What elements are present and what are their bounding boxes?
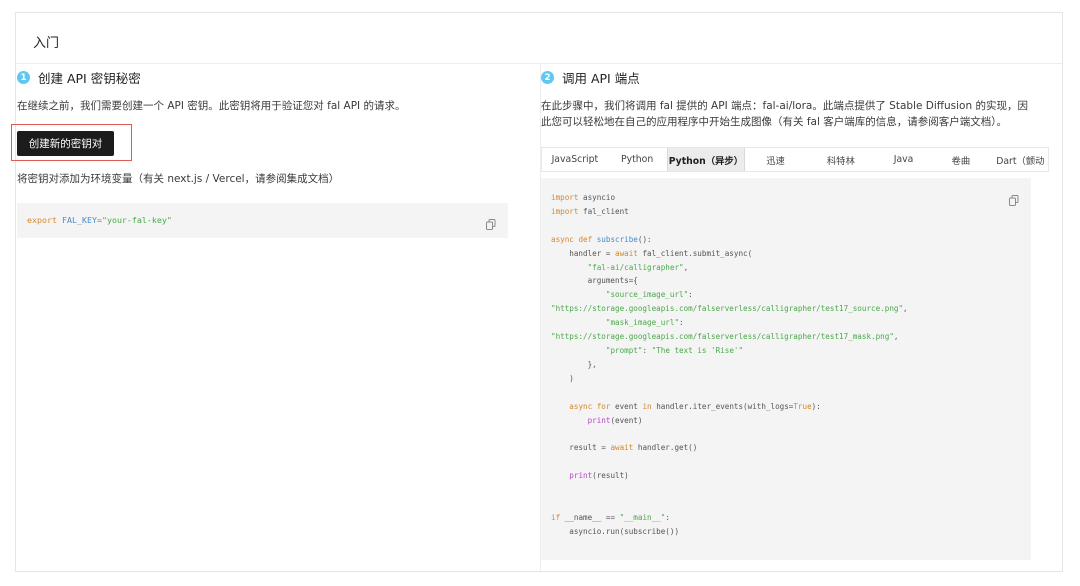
code-line: "source_image_url": (605, 290, 693, 300)
card-title: 入门 (33, 36, 60, 51)
tab-python-async[interactable]: Python（异步） (666, 148, 746, 171)
code-line: "prompt": "The text is 'Rise'" (605, 345, 744, 355)
code-line: handler = await fal_client.submit_async( (551, 248, 753, 258)
step-2-title: 调用 API 端点 (562, 71, 640, 86)
code-line: "mask_image_url": (605, 318, 684, 328)
code-keyword: export (27, 215, 57, 225)
step-1-heading: 1 创建 API 密钥秘密 (17, 68, 141, 87)
code-line: print(event) (587, 415, 643, 425)
step-1-title: 创建 API 密钥秘密 (38, 71, 141, 86)
tab-dart-flutter[interactable]: Dart（颤动 (990, 148, 1048, 171)
step-2-heading: 2 调用 API 端点 (541, 68, 640, 87)
step-2-badge: 2 (541, 71, 554, 84)
code-line: asyncio.run(subscribe()) (551, 526, 680, 536)
code-line: print(result) (569, 471, 629, 481)
env-variable-note: 将密钥对添加为环境变量（有关 next.js / Vercel，请参阅集成文档） (17, 173, 340, 185)
header-divider (16, 63, 1062, 64)
code-variable: FAL_KEY (61, 215, 97, 225)
env-code-block: export FAL_KEY="your-fal-key" (17, 203, 508, 238)
code-line: async for event in handler.iter_events(w… (569, 401, 821, 411)
language-tabs: JavaScript Python Python（异步） 迅速 科特林 Java… (541, 147, 1049, 172)
copy-icon[interactable] (1009, 191, 1019, 206)
code-line: import fal_client (551, 206, 629, 216)
python-code-block: import asyncio import fal_client async d… (541, 178, 1031, 560)
code-line: arguments={ (551, 276, 638, 286)
step-1-badge: 1 (17, 71, 30, 84)
code-line: ) (551, 373, 574, 383)
env-code-line: export FAL_KEY="your-fal-key" (27, 215, 172, 225)
copy-icon[interactable] (486, 215, 496, 230)
tab-curl[interactable]: 卷曲 (931, 148, 990, 171)
code-line: if __name__ == "__main__": (551, 512, 670, 522)
step-2-description: 在此步骤中，我们将调用 fal 提供的 API 端点：fal-ai/lora。此… (541, 100, 1028, 128)
code-line: "https://storage.googleapis.com/falserve… (551, 332, 899, 342)
step-1-description: 在继续之前，我们需要创建一个 API 密钥。此密钥将用于验证您对 fal API… (17, 100, 406, 112)
tab-python[interactable]: Python (608, 148, 667, 171)
tab-javascript[interactable]: JavaScript (542, 148, 608, 171)
tab-kotlin[interactable]: 科特林 (806, 148, 876, 171)
code-line: "https://storage.googleapis.com/falserve… (551, 304, 908, 314)
tab-java[interactable]: Java (876, 148, 932, 171)
code-line: result = await handler.get() (551, 443, 698, 453)
create-new-key-button[interactable]: 创建新的密钥对 (17, 131, 114, 156)
code-content: import asyncio import fal_client async d… (551, 191, 908, 539)
code-string: "your-fal-key" (101, 215, 172, 225)
code-line: }, (551, 359, 597, 369)
code-line: "fal-ai/calligrapher", (587, 262, 689, 272)
tab-swift[interactable]: 迅速 (745, 148, 806, 171)
code-line: import asyncio (551, 193, 616, 202)
code-line: async def subscribe(): (551, 234, 652, 244)
